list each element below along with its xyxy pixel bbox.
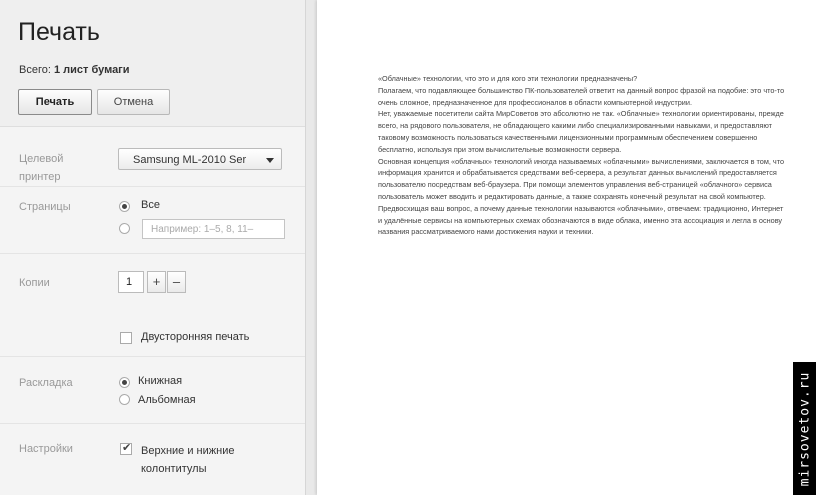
preview-paragraph: Предвосхищая ваш вопрос, а почему данные…	[378, 203, 784, 237]
headers-footers-label-line2: колонтитулы	[141, 463, 207, 475]
layout-landscape-radio[interactable]	[119, 394, 130, 405]
cancel-button[interactable]: Отмена	[97, 89, 170, 115]
copies-increment-button[interactable]: +	[147, 271, 166, 293]
divider	[0, 253, 305, 254]
sheet-count: Всего: 1 лист бумаги	[19, 64, 130, 76]
printer-select[interactable]: Samsung ML-2010 Ser	[118, 148, 282, 170]
pages-range-input[interactable]: Например: 1–5, 8, 11–	[142, 219, 285, 239]
settings-label: Настройки	[19, 443, 73, 455]
sheet-count-prefix: Всего:	[19, 64, 51, 76]
headers-footers-checkbox[interactable]	[120, 441, 132, 455]
sheet-count-value: 1 лист бумаги	[53, 64, 130, 76]
print-settings-sidebar: Печать Всего: 1 лист бумаги Печать Отмен…	[0, 0, 306, 495]
chevron-down-icon	[266, 158, 274, 163]
layout-label: Раскладка	[19, 377, 73, 389]
layout-portrait-radio[interactable]	[119, 377, 130, 388]
pages-all-radio[interactable]	[119, 201, 130, 212]
divider	[0, 423, 305, 424]
preview-paragraph: Основная концепция «облачных» технологий…	[378, 156, 785, 201]
copies-input[interactable]: 1	[118, 271, 144, 293]
print-button[interactable]: Печать	[18, 89, 92, 115]
headers-footers-label-line1: Верхние и нижние	[141, 445, 235, 457]
print-header: Печать Всего: 1 лист бумаги Печать Отмен…	[0, 0, 305, 127]
watermark-text: mirsovetov.ru	[797, 371, 812, 486]
preview-paragraph: Полагаем, что подавляющее большинство ПК…	[378, 85, 785, 107]
page-title: Печать	[18, 18, 100, 46]
layout-portrait-label: Книжная	[138, 375, 183, 387]
headers-footers-label: Верхние и нижние колонтитулы	[141, 442, 234, 478]
duplex-checkbox[interactable]	[120, 332, 132, 344]
printer-label: Целевой принтер	[19, 150, 63, 186]
copies-label: Копии	[19, 277, 50, 289]
printer-select-value: Samsung ML-2010 Ser	[133, 154, 247, 166]
divider	[0, 356, 305, 357]
preview-paragraph: Нет, уважаемые посетители сайта МирСовет…	[378, 109, 784, 154]
watermark: mirsovetov.ru	[793, 362, 816, 495]
layout-landscape-label: Альбомная	[138, 394, 196, 406]
printer-label-line1: Целевой	[19, 153, 64, 165]
preview-text: «Облачные» технологии, что это и для ког…	[378, 73, 788, 238]
preview-paragraph: «Облачные» технологии, что это и для ког…	[378, 74, 638, 83]
pages-label: Страницы	[19, 201, 71, 213]
pages-range-radio[interactable]	[119, 223, 130, 234]
duplex-label: Двусторонняя печать	[141, 331, 250, 343]
divider	[0, 186, 305, 187]
copies-decrement-button[interactable]: –	[167, 271, 186, 293]
printer-label-line2: принтер	[19, 171, 61, 183]
pages-all-label: Все	[141, 199, 160, 211]
